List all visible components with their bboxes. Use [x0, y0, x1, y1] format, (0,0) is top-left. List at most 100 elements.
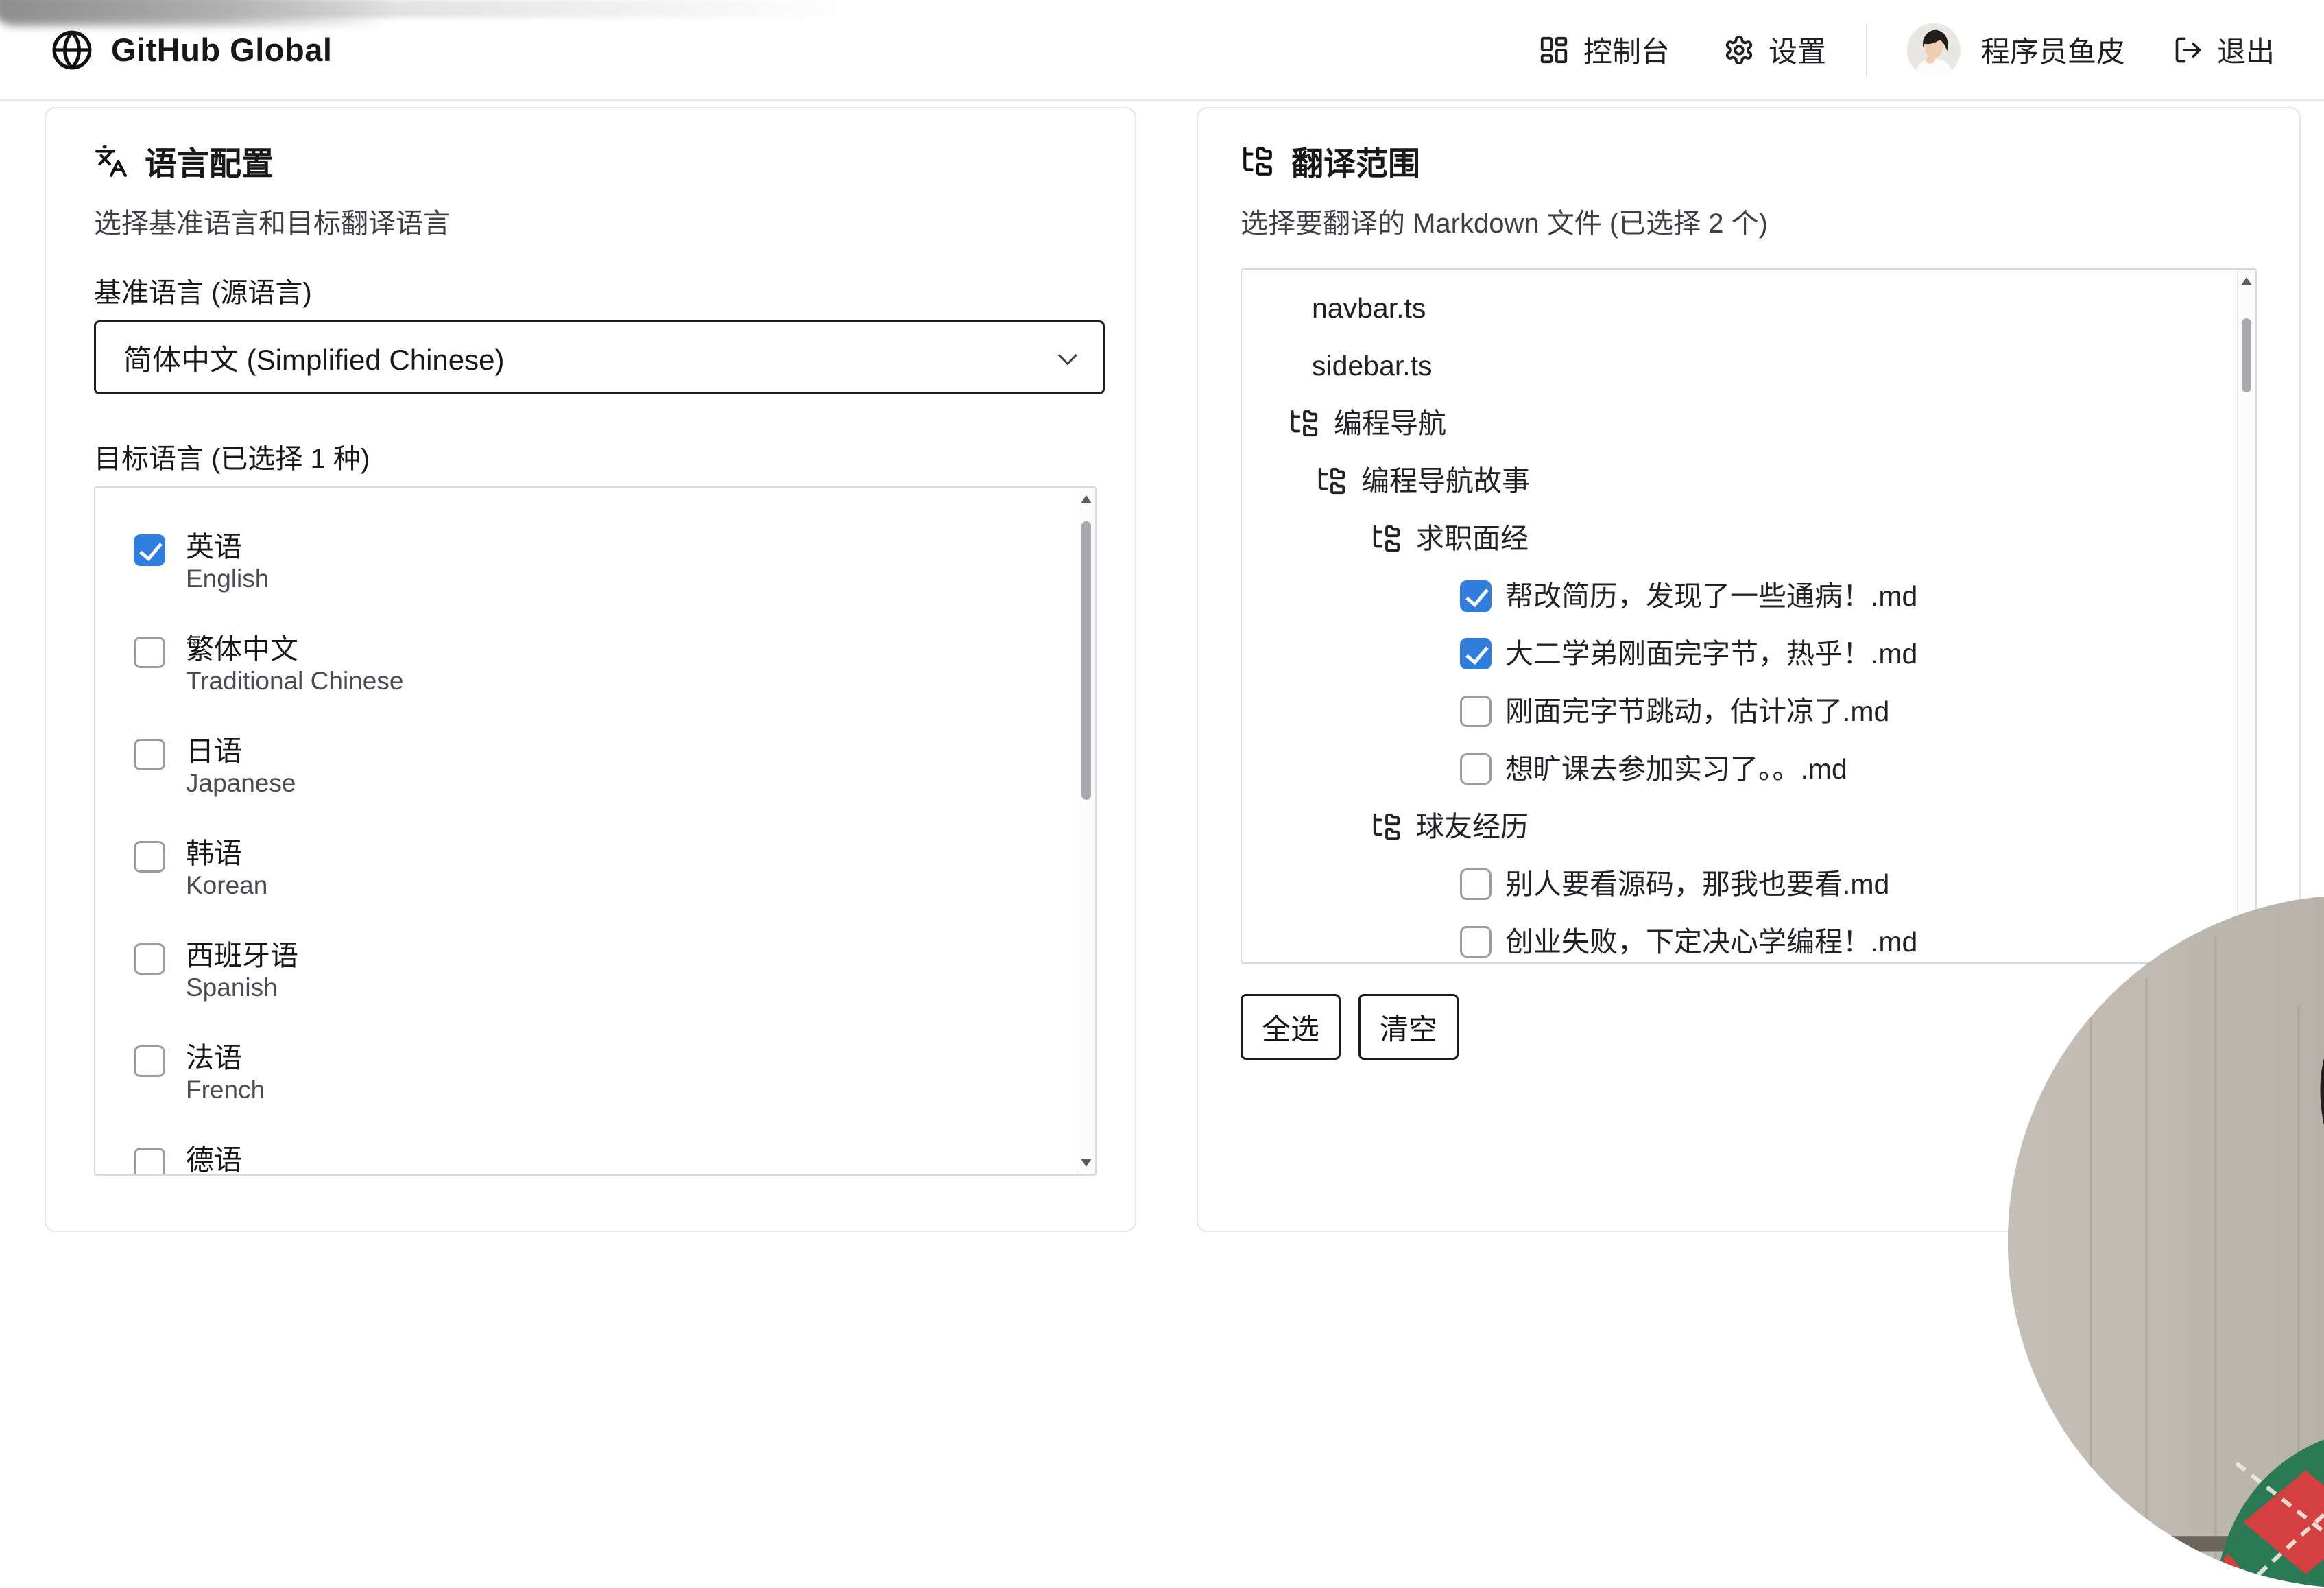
language-name: 韩语 — [186, 837, 267, 870]
scroll-up-icon[interactable] — [1081, 495, 1092, 503]
checkbox-unchecked[interactable] — [1460, 926, 1492, 958]
user-name: 程序员鱼皮 — [1981, 29, 2125, 71]
logout-icon — [2173, 35, 2203, 65]
checkbox-checked[interactable] — [1460, 638, 1492, 669]
tree-item-label: sidebar.ts — [1312, 349, 1433, 382]
language-list-scrollbar[interactable] — [1077, 488, 1094, 1174]
checkbox-unchecked[interactable] — [1460, 753, 1492, 785]
tree-folder-row[interactable]: 球友经历 — [1242, 798, 2255, 855]
tree-file-row[interactable]: 想旷课去参加实习了。。.md — [1242, 740, 2255, 798]
tree-file-row[interactable]: 帮改简历，发现了一些通病！.md — [1242, 567, 2255, 625]
tree-item-label: 想旷课去参加实习了。。.md — [1505, 752, 1847, 785]
tree-item-label: navbar.ts — [1312, 292, 1426, 324]
tree-folder-row[interactable]: 编程导航故事 — [1242, 452, 2255, 510]
scroll-up-icon[interactable] — [2241, 277, 2252, 285]
language-config-title: 语言配置 — [145, 137, 274, 185]
chevron-down-icon — [1058, 346, 1077, 365]
brand: GitHub Global — [51, 29, 332, 71]
tree-item-label: 帮改简历，发现了一些通病！.md — [1505, 580, 1917, 613]
language-labels: 繁体中文 Traditional Chinese — [186, 632, 403, 696]
languages-icon — [94, 144, 128, 178]
logout-label: 退出 — [2217, 29, 2275, 71]
user-avatar — [1907, 23, 1961, 77]
folder-tree-icon — [1289, 407, 1320, 439]
checkbox-checked[interactable] — [1460, 580, 1492, 612]
base-language-value: 简体中文 (Simplified Chinese) — [123, 337, 504, 379]
nav-console[interactable]: 控制台 — [1538, 29, 1670, 71]
language-name: 法语 — [186, 1041, 265, 1074]
checkbox-unchecked[interactable] — [134, 841, 165, 873]
tree-item-label: 别人要看源码，那我也要看.md — [1505, 868, 1889, 901]
folder-tree-icon — [1316, 465, 1347, 497]
tree-item-label: 编程导航故事 — [1361, 464, 1530, 497]
file-tree: navbar.ts sidebar.ts 编程导航 编程导航故事 求职面经帮改简历… — [1241, 268, 2257, 964]
checkbox-unchecked[interactable] — [134, 1045, 165, 1077]
tree-file-row[interactable]: 别人要看源码，那我也要看.md — [1242, 855, 2255, 913]
target-language-listbox: 英语 English 繁体中文 Traditional Chinese 日语 J… — [94, 486, 1097, 1176]
translation-scope-subtitle: 选择要翻译的 Markdown 文件 (已选择 2 个) — [1241, 208, 2269, 239]
tree-item-label: 创业失败，下定决心学编程！.md — [1505, 925, 1917, 958]
checkbox-unchecked[interactable] — [134, 943, 165, 975]
translation-scope-header: 翻译范围 — [1241, 137, 2269, 185]
tree-file-row[interactable]: sidebar.ts — [1242, 337, 2255, 394]
language-config-subtitle: 选择基准语言和目标翻译语言 — [94, 208, 1105, 239]
language-option[interactable]: 英语 English — [134, 530, 1095, 593]
checkbox-checked[interactable] — [134, 534, 165, 566]
folder-tree-icon — [1241, 144, 1275, 178]
clear-button[interactable]: 清空 — [1358, 994, 1459, 1060]
language-name-en: French — [186, 1076, 265, 1104]
nav-settings-label: 设置 — [1769, 29, 1826, 71]
folder-tree-icon — [1371, 523, 1402, 554]
checkbox-unchecked[interactable] — [134, 1148, 165, 1176]
language-labels: 英语 English — [186, 530, 269, 593]
file-tree-scrollbar[interactable] — [2237, 270, 2255, 962]
nav-settings[interactable]: 设置 — [1723, 29, 1826, 71]
scroll-down-icon[interactable] — [1081, 1159, 1092, 1167]
tree-file-row[interactable]: 大二学弟刚面完字节，热乎！.md — [1242, 625, 2255, 683]
language-name-en: English — [186, 565, 269, 593]
checkbox-unchecked[interactable] — [1460, 696, 1492, 727]
scrollbar-thumb[interactable] — [2242, 318, 2251, 392]
language-config-card: 语言配置 选择基准语言和目标翻译语言 基准语言 (源语言) 简体中文 (Simp… — [45, 107, 1136, 1232]
language-labels: 德语 — [186, 1143, 242, 1176]
tree-file-row[interactable]: 创业失败，下定决心学编程！.md — [1242, 913, 2255, 964]
language-option[interactable]: 西班牙语 Spanish — [134, 939, 1095, 1002]
base-language-label: 基准语言 (源语言) — [94, 278, 1105, 308]
language-option[interactable]: 韩语 Korean — [134, 837, 1095, 900]
language-labels: 法语 French — [186, 1041, 265, 1104]
language-name: 繁体中文 — [186, 632, 403, 665]
gear-icon — [1723, 34, 1755, 66]
select-all-button[interactable]: 全选 — [1241, 994, 1341, 1060]
tree-item-label: 刚面完字节跳动，估计凉了.md — [1505, 695, 1889, 728]
tree-folder-row[interactable]: 编程导航 — [1242, 394, 2255, 452]
language-option[interactable]: 法语 French — [134, 1041, 1095, 1104]
translation-scope-title: 翻译范围 — [1291, 137, 1420, 185]
globe-icon — [51, 29, 93, 71]
base-language-select[interactable]: 简体中文 (Simplified Chinese) — [94, 320, 1105, 394]
checkbox-unchecked[interactable] — [134, 637, 165, 668]
language-option[interactable]: 繁体中文 Traditional Chinese — [134, 632, 1095, 696]
app-title: GitHub Global — [111, 31, 332, 69]
tree-folder-row[interactable]: 求职面经 — [1242, 510, 2255, 567]
language-labels: 西班牙语 Spanish — [186, 939, 298, 1002]
language-config-header: 语言配置 — [94, 137, 1105, 185]
tree-item-label: 编程导航 — [1334, 407, 1446, 440]
logout-button[interactable]: 退出 — [2173, 29, 2275, 71]
language-name-en: Spanish — [186, 973, 298, 1002]
scrollbar-thumb[interactable] — [1081, 521, 1091, 800]
language-option[interactable]: 德语 — [134, 1143, 1095, 1176]
checkbox-unchecked[interactable] — [1460, 868, 1492, 900]
tree-file-row[interactable]: 刚面完字节跳动，估计凉了.md — [1242, 683, 2255, 740]
tree-item-label: 球友经历 — [1416, 810, 1529, 843]
checkbox-unchecked[interactable] — [134, 739, 165, 770]
nav-console-label: 控制台 — [1583, 29, 1670, 71]
top-navbar: GitHub Global 控制台 设置 — [0, 0, 2324, 101]
tree-file-row[interactable]: navbar.ts — [1242, 279, 2255, 337]
language-option[interactable]: 日语 Japanese — [134, 735, 1095, 798]
user-menu[interactable]: 程序员鱼皮 — [1907, 23, 2125, 77]
language-name: 英语 — [186, 530, 269, 563]
tree-item-label: 求职面经 — [1416, 522, 1529, 555]
language-name-en: Japanese — [186, 769, 296, 798]
language-name: 西班牙语 — [186, 939, 298, 972]
language-labels: 韩语 Korean — [186, 837, 267, 900]
